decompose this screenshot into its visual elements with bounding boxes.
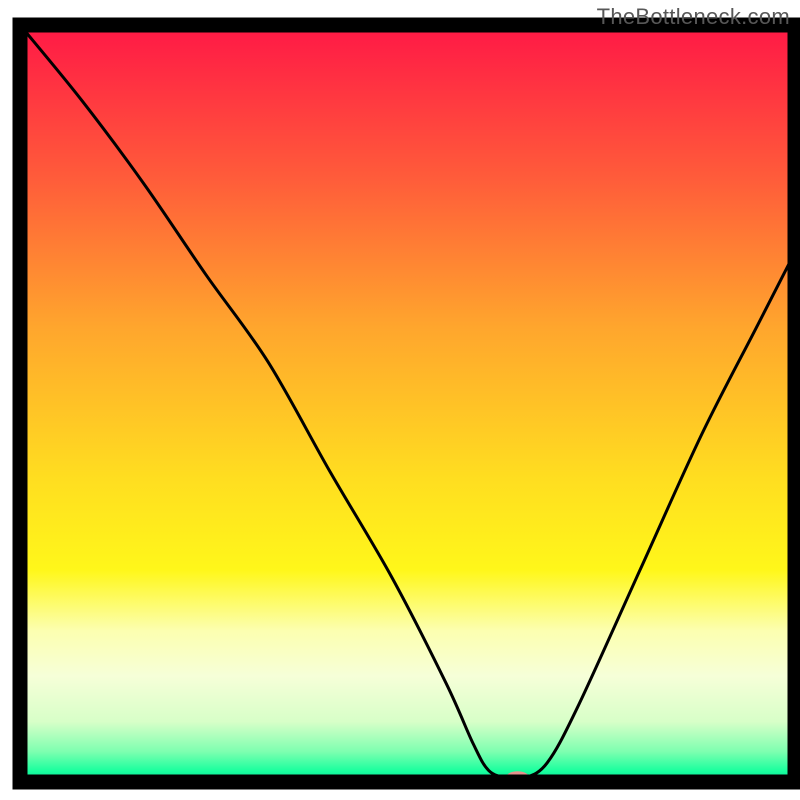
bottleneck-chart: TheBottleneck.com (0, 0, 800, 800)
chart-svg (0, 0, 800, 800)
gradient-background (20, 25, 795, 782)
watermark-text: TheBottleneck.com (597, 4, 790, 30)
